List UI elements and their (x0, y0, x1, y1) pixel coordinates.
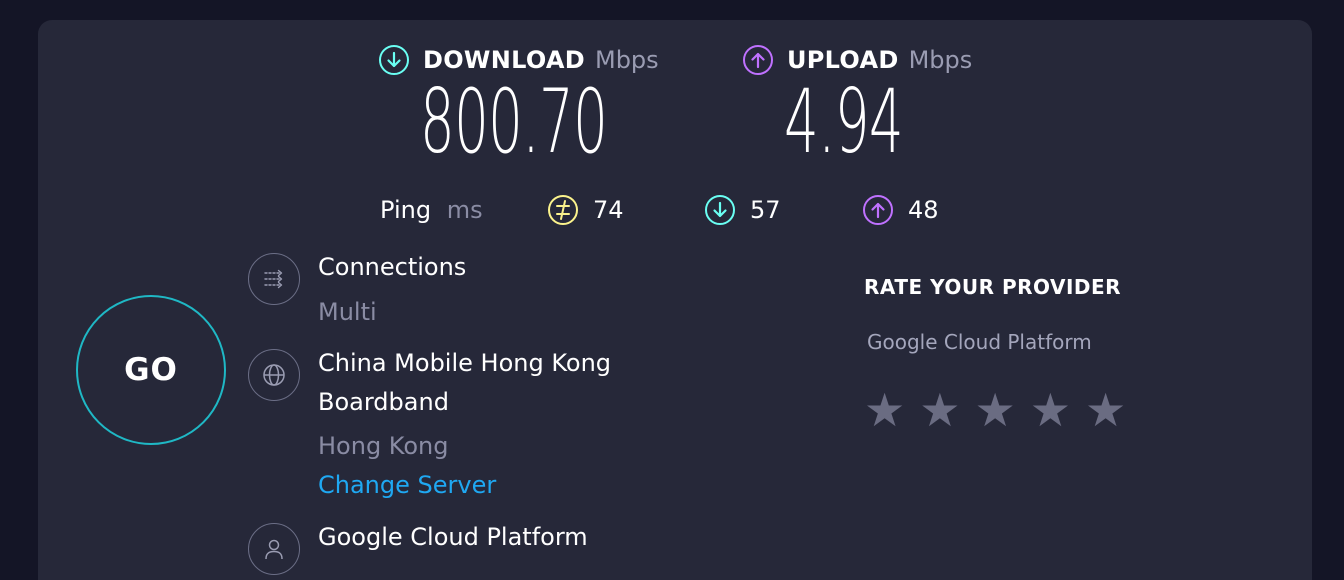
server-name-line2: Boardband (318, 388, 449, 416)
provider-icon-wrap (248, 523, 300, 575)
rate-provider-title: RATE YOUR PROVIDER (864, 275, 1122, 299)
star-2-icon[interactable]: ★ (919, 387, 960, 433)
ping-download-value: 57 (750, 196, 781, 224)
rate-provider-name: Google Cloud Platform (867, 330, 1092, 354)
ping-unit: ms (446, 196, 483, 224)
server-location: Hong Kong (318, 432, 449, 460)
rating-stars: ★ ★ ★ ★ ★ (864, 387, 1126, 433)
download-arrow-icon (379, 45, 409, 75)
idle-ping-icon (548, 195, 578, 225)
star-5-icon[interactable]: ★ (1085, 387, 1126, 433)
download-value: 800.70 (420, 70, 608, 173)
ping-idle: 74 (547, 194, 624, 226)
provider-name: Google Cloud Platform (318, 523, 588, 551)
server-icon-wrap (248, 349, 300, 401)
ping-download: 57 (704, 194, 781, 226)
server-name-line1: China Mobile Hong Kong (318, 349, 612, 377)
connections-title: Connections (318, 253, 467, 281)
star-1-icon[interactable]: ★ (864, 387, 905, 433)
results-panel (38, 20, 1312, 580)
go-button-label: GO (124, 352, 178, 388)
upload-arrow-icon (743, 45, 773, 75)
ping-label-group: Ping ms (380, 196, 483, 224)
upload-unit: Mbps (908, 46, 973, 74)
connections-icon (264, 269, 283, 289)
ping-upload-value: 48 (908, 196, 939, 224)
download-arrow-icon (705, 195, 735, 225)
go-button[interactable]: GO (76, 295, 226, 445)
ping-label: Ping (380, 196, 432, 224)
star-3-icon[interactable]: ★ (975, 387, 1016, 433)
ping-upload: 48 (862, 194, 939, 226)
user-icon (265, 539, 283, 560)
connections-icon-wrap[interactable] (248, 253, 300, 305)
upload-value: 4.94 (784, 70, 904, 173)
globe-icon (263, 364, 285, 386)
connections-value: Multi (318, 298, 377, 326)
upload-arrow-icon (863, 195, 893, 225)
change-server-link[interactable]: Change Server (318, 471, 496, 499)
ping-idle-value: 74 (593, 196, 624, 224)
star-4-icon[interactable]: ★ (1030, 387, 1071, 433)
